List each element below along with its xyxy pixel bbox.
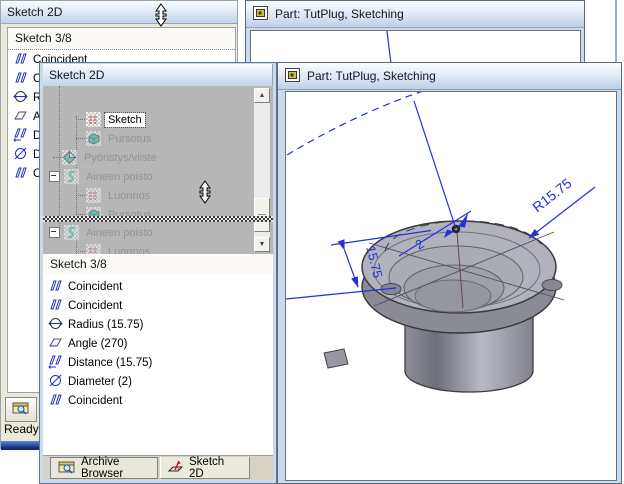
constraint-list: Coincident Coincident Radius (15.75) Ang… bbox=[43, 275, 273, 455]
sketch-icon bbox=[86, 112, 101, 127]
design-tree: Sketch Pursotus Pyöristys/viiste Aineen … bbox=[43, 86, 273, 255]
coincident-icon bbox=[48, 297, 63, 315]
explorer-titlebar[interactable]: Sketch 2D bbox=[43, 64, 272, 87]
constraints-panel-titlebar[interactable]: Sketch 2D bbox=[1, 1, 237, 24]
diameter-icon bbox=[13, 146, 28, 164]
sketch-group-header: Sketch 3/8 bbox=[43, 254, 273, 276]
extrude-icon bbox=[86, 131, 101, 146]
constraint-label: Coincident bbox=[68, 281, 122, 293]
constraint-label: Angle (270) bbox=[68, 338, 127, 350]
distance-icon bbox=[13, 127, 28, 145]
scroll-down-button[interactable]: ▼ bbox=[254, 237, 270, 252]
angle-icon bbox=[13, 108, 28, 126]
front-window-titlebar[interactable]: Part: TutPlug, Sketching bbox=[278, 63, 621, 90]
constraint-row[interactable]: Angle (270) bbox=[43, 334, 273, 353]
archive-browser-tab-partial[interactable] bbox=[5, 397, 37, 422]
angle-icon bbox=[48, 335, 63, 353]
constraint-row[interactable]: Coincident bbox=[43, 277, 273, 296]
constraints-panel-title: Sketch 2D bbox=[7, 5, 62, 19]
collapse-expander[interactable] bbox=[49, 171, 60, 182]
sketch-2d-tab-icon bbox=[168, 459, 184, 476]
diameter-icon bbox=[48, 373, 63, 391]
scroll-up-button[interactable]: ▲ bbox=[254, 88, 270, 103]
sketch-icon bbox=[86, 188, 101, 203]
tree-scrollbar[interactable]: ▲ ▼ bbox=[254, 88, 270, 252]
cut-icon bbox=[64, 169, 79, 184]
tree-item-pyoristys[interactable]: Pyöristys/viiste bbox=[43, 148, 273, 167]
panel-tab-strip: Archive Browser Sketch 2D bbox=[43, 455, 273, 480]
constraint-row[interactable]: Distance (15.75) bbox=[43, 353, 273, 372]
tree-splitter[interactable] bbox=[43, 216, 273, 222]
window-edge bbox=[615, 0, 617, 62]
constraint-label: Radius (15.75) bbox=[68, 319, 143, 331]
model-3d bbox=[324, 221, 564, 392]
model-drawing: 15.75 2 R15.75 bbox=[286, 92, 616, 480]
tree-item-luonnos[interactable]: Luonnos bbox=[43, 186, 273, 205]
back-window-titlebar[interactable]: Part: TutPlug, Sketching bbox=[246, 1, 584, 28]
tree-item-sketch[interactable]: Sketch bbox=[43, 110, 273, 129]
back-window-title: Part: TutPlug, Sketching bbox=[275, 7, 404, 21]
cut-icon bbox=[64, 225, 79, 240]
part-icon bbox=[285, 68, 300, 85]
front-window-title: Part: TutPlug, Sketching bbox=[307, 69, 436, 83]
fillet-icon bbox=[62, 150, 77, 165]
radius-icon bbox=[13, 89, 28, 107]
constraint-label: Distance (15.75) bbox=[68, 357, 152, 369]
resize-cursor-icon bbox=[197, 180, 213, 208]
scroll-thumb[interactable] bbox=[254, 198, 270, 232]
model-canvas[interactable]: 15.75 2 R15.75 bbox=[285, 91, 617, 481]
front-part-window: Part: TutPlug, Sketching bbox=[277, 62, 622, 484]
tab-label: Sketch 2D bbox=[189, 456, 242, 480]
coincident-icon bbox=[48, 392, 63, 410]
tree-item-pursotus[interactable]: Pursotus bbox=[43, 129, 273, 148]
distance-icon bbox=[48, 354, 63, 372]
tab-sketch-2d[interactable]: Sketch 2D bbox=[160, 457, 250, 479]
constraint-label: Coincident bbox=[68, 300, 122, 312]
constraint-label: Diameter (2) bbox=[68, 376, 132, 388]
archive-browser-icon bbox=[12, 401, 30, 418]
resize-cursor-icon bbox=[153, 3, 169, 31]
tab-label: Archive Browser bbox=[81, 456, 150, 480]
status-ready: Ready bbox=[4, 422, 39, 436]
part-icon bbox=[253, 6, 268, 23]
constraint-row[interactable]: Coincident bbox=[43, 391, 273, 410]
archive-browser-icon bbox=[58, 460, 76, 477]
tree-item-aineen-poisto[interactable]: Aineen poisto bbox=[43, 167, 261, 186]
explorer-title: Sketch 2D bbox=[49, 68, 104, 82]
radius-dimension-label[interactable]: R15.75 bbox=[529, 175, 575, 216]
radius-icon bbox=[48, 316, 63, 334]
constraint-row[interactable]: Coincident bbox=[43, 296, 273, 315]
coincident-icon bbox=[48, 278, 63, 296]
tree-item-aineen-poisto[interactable]: Aineen poisto bbox=[43, 223, 261, 242]
explorer-panel: Sketch 2D Sketch Pursotus Pyöristys/viis… bbox=[39, 62, 277, 484]
coincident-icon bbox=[13, 165, 28, 183]
collapse-expander[interactable] bbox=[49, 227, 60, 238]
constraint-label: Coincident bbox=[68, 395, 122, 407]
tab-archive-browser[interactable]: Archive Browser bbox=[50, 457, 158, 479]
coincident-icon bbox=[13, 51, 28, 69]
constraint-row[interactable]: Diameter (2) bbox=[43, 372, 273, 391]
constraint-row[interactable]: Radius (15.75) bbox=[43, 315, 273, 334]
coincident-icon bbox=[13, 70, 28, 88]
sketch-group-header: Sketch 3/8 bbox=[8, 28, 235, 50]
